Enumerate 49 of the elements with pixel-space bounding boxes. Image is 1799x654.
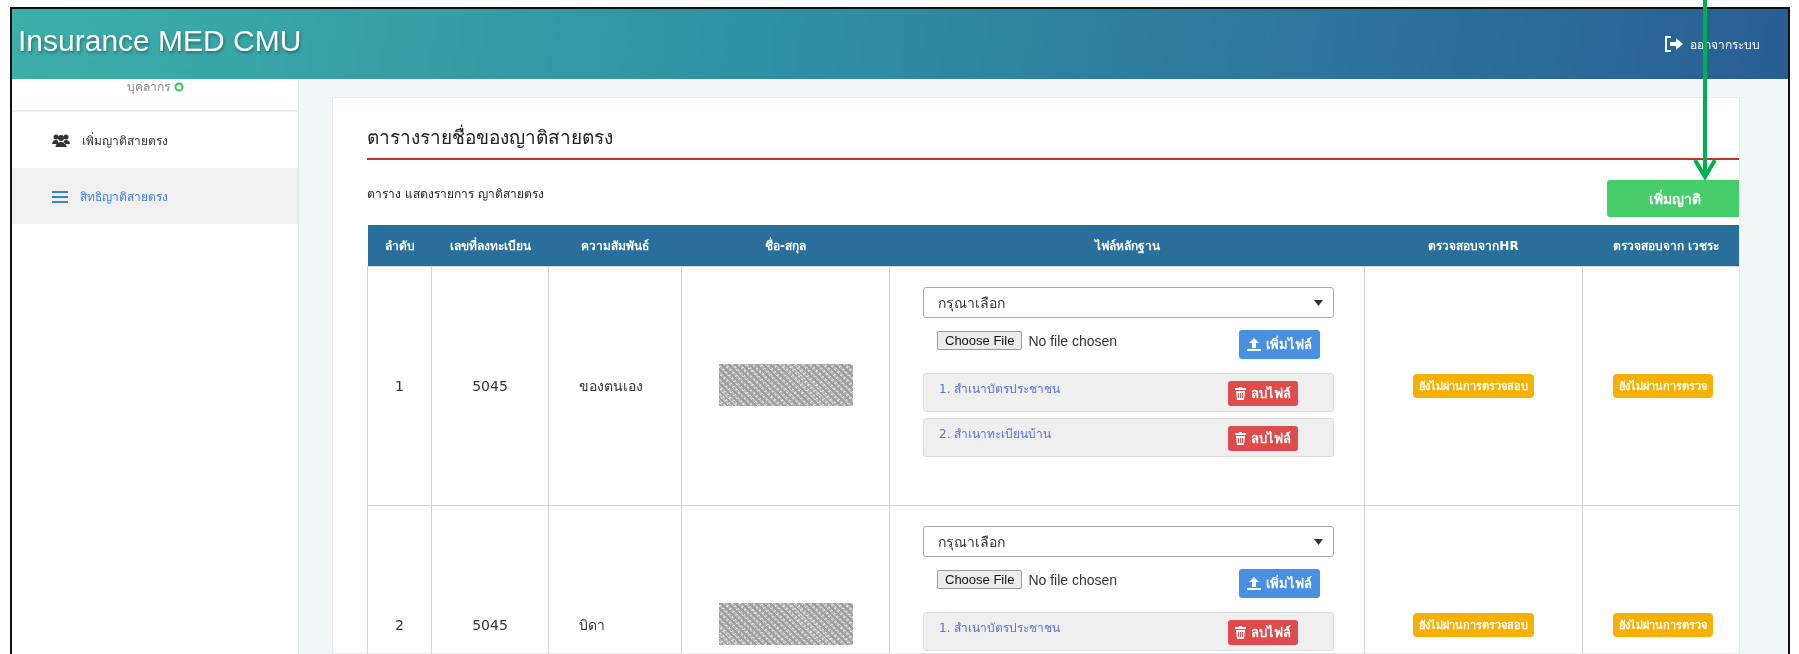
logout-icon bbox=[1664, 36, 1684, 52]
column-header: ตรวจสอบจาก เวชระ bbox=[1582, 225, 1739, 267]
column-header: ความสัมพันธ์ bbox=[548, 225, 682, 267]
document-dropdown[interactable]: กรุณาเลือก bbox=[923, 287, 1334, 318]
table-cell-text: ของตนเอง bbox=[579, 377, 643, 396]
caret-icon bbox=[1314, 538, 1323, 545]
column-header: ลำดับ bbox=[367, 225, 432, 267]
file-status: No file chosen bbox=[1028, 333, 1118, 349]
status-badge: ยังไม่ผ่านการตรวจสอบ bbox=[1413, 613, 1534, 637]
document-dropdown[interactable]: กรุณาเลือก bbox=[923, 526, 1334, 557]
logout-link[interactable]: ออกจากระบบ bbox=[1664, 34, 1760, 54]
file-link[interactable]: 1. สำเนาบัตรประชาชน bbox=[939, 379, 1061, 398]
column-header: ไฟล์หลักฐาน bbox=[889, 225, 1365, 267]
section-title: ตารางรายชื่อของญาติสายตรง bbox=[367, 122, 1739, 160]
users-icon bbox=[52, 133, 70, 147]
user-role: บุคลากร bbox=[126, 79, 170, 95]
upload-button[interactable]: เพิ่มไฟล์ bbox=[1239, 569, 1320, 598]
table-cell: 2 bbox=[395, 617, 404, 633]
caret-icon bbox=[1314, 299, 1323, 306]
delete-file-button[interactable]: ลบไฟล์ bbox=[1228, 381, 1298, 406]
sidebar-item[interactable]: เพิ่มญาติสายตรง bbox=[12, 112, 298, 168]
status-badge: ยังไม่ผ่านการตรวจ bbox=[1613, 374, 1713, 398]
trash-icon bbox=[1235, 387, 1246, 400]
file-link[interactable]: 1. สำเนาบัตรประชาชน bbox=[939, 618, 1061, 637]
column-header: ตรวจสอบจากHR bbox=[1364, 225, 1583, 267]
upload-button[interactable]: เพิ่มไฟล์ bbox=[1239, 330, 1320, 359]
file-link[interactable]: 2. สำเนาทะเบียนบ้าน bbox=[939, 424, 1052, 443]
status-badge: ยังไม่ผ่านการตรวจ bbox=[1613, 613, 1713, 637]
trash-icon bbox=[1235, 626, 1246, 639]
upload-icon bbox=[1247, 577, 1261, 590]
table-cell: 5045 bbox=[472, 617, 508, 633]
delete-file-button[interactable]: ลบไฟล์ bbox=[1228, 620, 1298, 645]
add-relative-button[interactable]: เพิ่มญาติ bbox=[1607, 180, 1739, 217]
table-cell-text: บิดา bbox=[579, 616, 605, 635]
delete-file-button[interactable]: ลบไฟล์ bbox=[1228, 426, 1298, 451]
choose-file-button[interactable]: Choose File bbox=[937, 331, 1023, 350]
column-header: ชื่อ-สกุล bbox=[681, 225, 890, 267]
table-cell: 1 bbox=[395, 378, 404, 394]
trash-icon bbox=[1235, 432, 1246, 445]
choose-file-button[interactable]: Choose File bbox=[937, 570, 1023, 589]
table-cell: 5045 bbox=[472, 378, 508, 394]
table-caption: ตาราง แสดงรายการ ญาติสายตรง bbox=[367, 186, 544, 203]
status-badge: ยังไม่ผ่านการตรวจสอบ bbox=[1413, 374, 1534, 398]
app-title: Insurance MED CMU bbox=[18, 24, 302, 59]
sidebar-item[interactable]: สิทธิญาติสายตรง bbox=[12, 168, 298, 224]
menu-icon bbox=[52, 189, 68, 203]
file-status: No file chosen bbox=[1028, 572, 1118, 588]
upload-icon bbox=[1247, 338, 1261, 351]
column-header: เลขที่ลงทะเบียน bbox=[431, 225, 549, 267]
